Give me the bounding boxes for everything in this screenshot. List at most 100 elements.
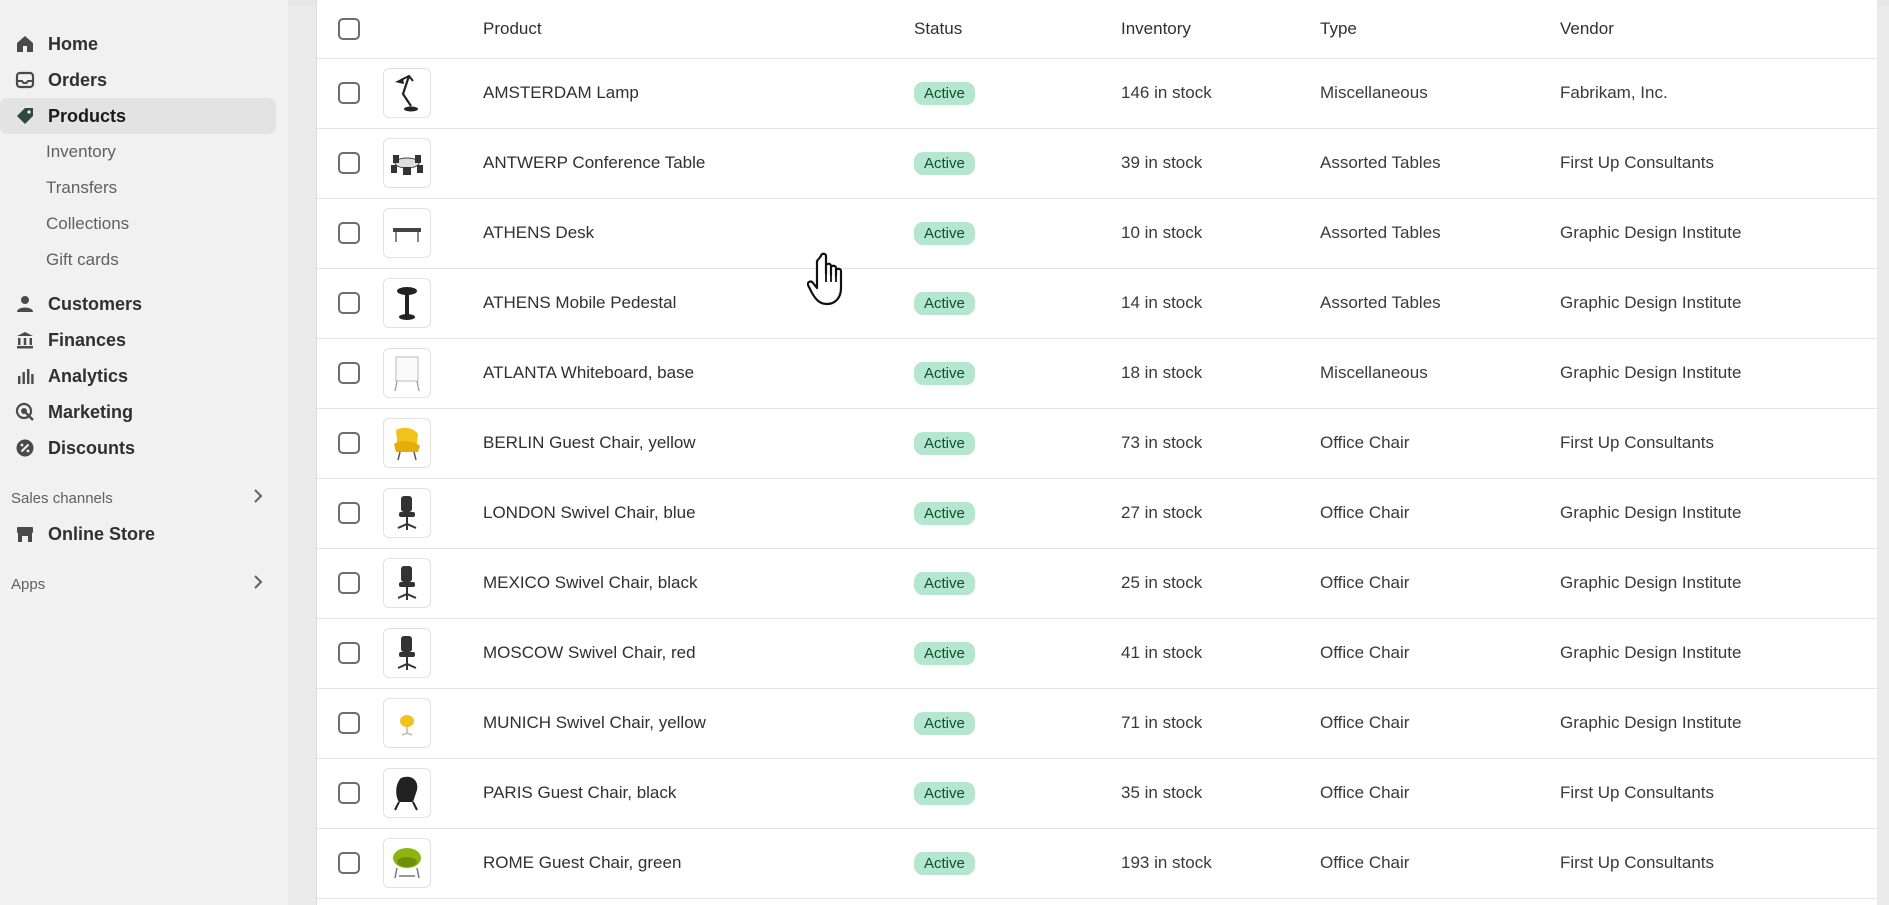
status-badge: Active [914, 151, 975, 175]
vendor-cell: First Up Consultants [1560, 783, 1714, 802]
product-name[interactable]: AMSTERDAM Lamp [483, 58, 914, 128]
table-row[interactable]: MOSCOW Swivel Chair, red Active 41 in stoc… [317, 618, 1877, 688]
nav-marketing[interactable]: Marketing [0, 394, 276, 430]
status-badge: Active [914, 291, 975, 315]
type-cell: Office Chair [1320, 713, 1410, 732]
table-row[interactable]: ANTWERP Conference Table Active 39 in stoc… [317, 128, 1877, 198]
discount-icon [14, 437, 36, 459]
product-name[interactable]: ATHENS Mobile Pedestal [483, 268, 914, 338]
table-row[interactable]: PARIS Guest Chair, black Active 35 in stoc… [317, 758, 1877, 828]
product-thumbnail[interactable] [383, 348, 431, 398]
nav-inventory[interactable]: Inventory [0, 134, 288, 170]
nav-transfers[interactable]: Transfers [0, 170, 288, 206]
inventory-cell: 10 in stock [1121, 223, 1203, 242]
apps-header[interactable]: Apps [0, 566, 288, 602]
product-thumbnail[interactable] [383, 488, 431, 538]
row-checkbox[interactable] [338, 712, 360, 734]
row-checkbox[interactable] [338, 222, 360, 244]
product-thumbnail[interactable] [383, 838, 431, 888]
product-thumbnail[interactable] [383, 628, 431, 678]
product-thumbnail[interactable] [383, 768, 431, 818]
row-checkbox[interactable] [338, 362, 360, 384]
nav-collections[interactable]: Collections [0, 206, 288, 242]
table-row[interactable]: BERLIN Guest Chair, yellow Active 73 in st… [317, 408, 1877, 478]
type-cell: Miscellaneous [1320, 83, 1428, 102]
nav-customers-label: Customers [48, 293, 143, 314]
status-badge: Active [914, 221, 975, 245]
row-checkbox[interactable] [338, 502, 360, 524]
product-name[interactable]: ROME Guest Chair, green [483, 828, 914, 898]
row-checkbox[interactable] [338, 572, 360, 594]
product-name[interactable]: PARIS Guest Chair, black [483, 758, 914, 828]
row-checkbox[interactable] [338, 782, 360, 804]
product-name[interactable]: MUNICH Swivel Chair, yellow [483, 688, 914, 758]
status-badge: Active [914, 851, 975, 875]
table-row[interactable]: ATLANTA Whiteboard, base Active 18 in stoc… [317, 338, 1877, 408]
sales-channels-header[interactable]: Sales channels [0, 480, 288, 516]
chevron-right-icon [252, 489, 264, 507]
col-vendor[interactable]: Vendor [1560, 0, 1877, 59]
nav-products-label: Products [48, 105, 127, 126]
product-name[interactable]: ANTWERP Conference Table [483, 128, 914, 198]
inventory-cell: 71 in stock [1121, 713, 1203, 732]
product-thumbnail[interactable] [383, 68, 431, 118]
row-checkbox[interactable] [338, 292, 360, 314]
product-thumbnail[interactable] [383, 278, 431, 328]
table-row[interactable]: ATHENS Mobile Pedestal Active 14 in stock A… [317, 268, 1877, 338]
store-icon [14, 523, 36, 545]
product-thumbnail[interactable] [383, 418, 431, 468]
inventory-cell: 39 in stock [1121, 153, 1203, 172]
table-row[interactable]: AMSTERDAM Lamp Active 146 in stock Miscella… [317, 58, 1877, 128]
nav-finances[interactable]: Finances [0, 322, 276, 358]
nav-orders-label: Orders [48, 69, 108, 90]
type-cell: Office Chair [1320, 853, 1410, 872]
nav-discounts[interactable]: Discounts [0, 430, 276, 466]
row-checkbox[interactable] [338, 432, 360, 454]
home-icon [14, 33, 36, 55]
select-all-checkbox[interactable] [338, 17, 360, 40]
status-badge: Active [914, 781, 975, 805]
nav-products[interactable]: Products [0, 98, 276, 134]
nav-gift-cards[interactable]: Gift cards [0, 242, 288, 278]
type-cell: Office Chair [1320, 503, 1410, 522]
product-name[interactable]: ATHENS Desk [483, 198, 914, 268]
table-row[interactable]: ATHENS Desk Active 10 in stock Assorted Tab… [317, 198, 1877, 268]
inventory-cell: 73 in stock [1121, 433, 1203, 452]
target-icon [14, 401, 36, 423]
product-thumbnail[interactable] [383, 698, 431, 748]
nav-home[interactable]: Home [0, 26, 276, 62]
type-cell: Assorted Tables [1320, 153, 1441, 172]
nav-analytics[interactable]: Analytics [0, 358, 276, 394]
row-checkbox[interactable] [338, 152, 360, 174]
product-name[interactable]: BERLIN Guest Chair, yellow [483, 408, 914, 478]
product-thumbnail[interactable] [383, 208, 431, 258]
nav-customers[interactable]: Customers [0, 286, 276, 322]
table-row[interactable]: ROME Guest Chair, green Active 193 in stoc… [317, 828, 1877, 898]
product-name[interactable]: MEXICO Swivel Chair, black [483, 548, 914, 618]
col-status[interactable]: Status [914, 0, 1121, 59]
vendor-cell: Graphic Design Institute [1560, 573, 1742, 592]
type-cell: Assorted Tables [1320, 223, 1441, 242]
nav-orders[interactable]: Orders [0, 62, 276, 98]
hand-cursor-icon [806, 252, 849, 313]
products-table-panel: Product Status Inventory Type Vendor AMS… [316, 0, 1877, 905]
col-product[interactable]: Product [483, 0, 914, 59]
product-name[interactable]: ATLANTA Whiteboard, base [483, 338, 914, 408]
nav-online-store[interactable]: Online Store [0, 516, 276, 552]
product-thumbnail[interactable] [383, 138, 431, 188]
product-name[interactable]: MOSCOW Swivel Chair, red [483, 618, 914, 688]
product-name[interactable]: LONDON Swivel Chair, blue [483, 478, 914, 548]
nav-online-store-label: Online Store [48, 523, 156, 544]
product-thumbnail[interactable] [383, 558, 431, 608]
inbox-icon [14, 69, 36, 91]
col-inventory[interactable]: Inventory [1121, 0, 1320, 59]
row-checkbox[interactable] [338, 82, 360, 104]
row-checkbox[interactable] [338, 852, 360, 874]
bar-chart-icon [14, 365, 36, 387]
table-row[interactable]: MEXICO Swivel Chair, black Active 25 in st… [317, 548, 1877, 618]
nav-home-label: Home [48, 33, 99, 54]
table-row[interactable]: LONDON Swivel Chair, blue Active 27 in sto… [317, 478, 1877, 548]
col-type[interactable]: Type [1320, 0, 1560, 59]
row-checkbox[interactable] [338, 642, 360, 664]
table-row[interactable]: MUNICH Swivel Chair, yellow Active 71 in s… [317, 688, 1877, 758]
